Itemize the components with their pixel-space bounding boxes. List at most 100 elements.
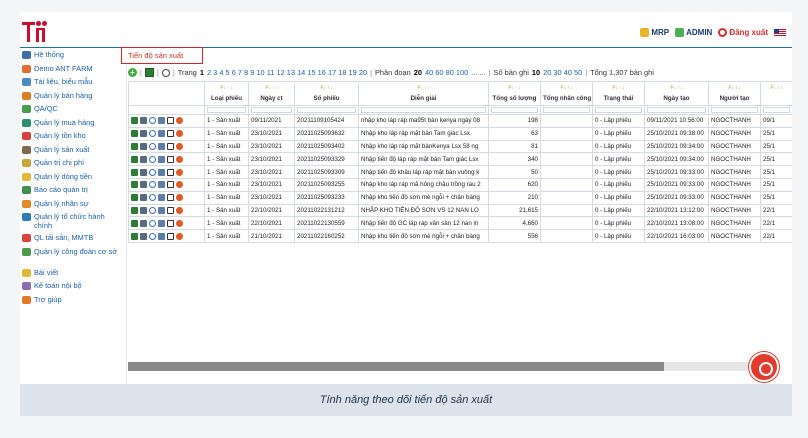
- page-link[interactable]: 9: [250, 68, 254, 77]
- edit-icon[interactable]: [167, 219, 174, 227]
- edit-icon[interactable]: [167, 194, 174, 202]
- page-link[interactable]: 18: [338, 68, 346, 77]
- excel-icon[interactable]: [131, 181, 138, 189]
- column-header[interactable]: F↓ ↑↓ Ngày tạo: [644, 81, 709, 106]
- print-icon[interactable]: [140, 155, 147, 163]
- page-link[interactable]: 8: [244, 68, 248, 77]
- segment-link[interactable]: 40: [425, 68, 433, 77]
- view-icon[interactable]: [149, 206, 156, 214]
- sidebar-item[interactable]: Bài viết: [20, 267, 126, 281]
- edit-icon[interactable]: [167, 130, 174, 138]
- tab-production-progress[interactable]: Tiến độ sản xuất: [121, 47, 203, 64]
- sidebar-item[interactable]: Quản lý tổ chức hành chính: [20, 211, 126, 232]
- page-link[interactable]: 7: [238, 68, 242, 77]
- filter-input[interactable]: [251, 107, 292, 113]
- print-icon[interactable]: [140, 194, 147, 202]
- add-icon[interactable]: +: [128, 68, 137, 77]
- table-row[interactable]: 1 - Sản xuất 22/10/2021 20211022130559 Nhập…: [128, 216, 792, 231]
- edit-icon[interactable]: [167, 232, 174, 240]
- table-row[interactable]: 1 - Sản xuất 23/10/2021 20211025093402 Nhập…: [128, 139, 792, 154]
- sidebar-item[interactable]: Quản lý mua hàng: [20, 117, 126, 131]
- segment-link[interactable]: 80: [446, 68, 454, 77]
- document-icon[interactable]: [158, 232, 165, 240]
- segment-link[interactable]: 60: [435, 68, 443, 77]
- sidebar-item[interactable]: Demo ANT FARM: [20, 63, 126, 77]
- filter-input[interactable]: [595, 107, 642, 113]
- page-link[interactable]: 16: [318, 68, 326, 77]
- mrp-link[interactable]: MRP: [640, 28, 669, 37]
- view-icon[interactable]: [149, 181, 156, 189]
- view-icon[interactable]: [149, 142, 156, 150]
- page-link[interactable]: 5: [226, 68, 230, 77]
- page-link[interactable]: 12: [276, 68, 284, 77]
- delete-icon[interactable]: [176, 142, 183, 150]
- excel-icon[interactable]: [131, 155, 138, 163]
- view-icon[interactable]: [149, 117, 156, 125]
- sidebar-item[interactable]: Hệ thống: [20, 49, 126, 63]
- sort-icon[interactable]: F↓ ↑↓: [762, 85, 792, 91]
- print-icon[interactable]: [140, 117, 147, 125]
- view-icon[interactable]: [149, 168, 156, 176]
- excel-icon[interactable]: [131, 232, 138, 240]
- sort-icon[interactable]: F↓ ↑↓: [360, 85, 488, 91]
- sidebar-item[interactable]: Quản lý sản xuất: [20, 144, 126, 158]
- delete-icon[interactable]: [176, 219, 183, 227]
- document-icon[interactable]: [158, 168, 165, 176]
- sidebar-item[interactable]: QL tài sản, MMTB: [20, 232, 126, 246]
- page-link[interactable]: 14: [297, 68, 305, 77]
- document-icon[interactable]: [158, 142, 165, 150]
- table-row[interactable]: 1 - Sản xuất 23/10/2021 20211025093632 Nhập…: [128, 126, 792, 141]
- segment-more[interactable]: ... ...: [471, 68, 485, 77]
- filter-input[interactable]: [207, 107, 246, 113]
- page-link[interactable]: 3: [213, 68, 217, 77]
- table-row[interactable]: 1 - Sản xuất 23/10/2021 20211025093233 Nhập…: [128, 190, 792, 205]
- page-link[interactable]: 10: [256, 68, 264, 77]
- excel-icon[interactable]: [131, 142, 138, 150]
- page-link[interactable]: 13: [287, 68, 295, 77]
- delete-icon[interactable]: [176, 130, 183, 138]
- document-icon[interactable]: [158, 155, 165, 163]
- page-link[interactable]: 17: [328, 68, 336, 77]
- delete-icon[interactable]: [176, 232, 183, 240]
- delete-icon[interactable]: [176, 194, 183, 202]
- column-header[interactable]: F↓ ↑↓ Tổng số lượng: [488, 81, 541, 106]
- company-logo[interactable]: [22, 18, 58, 46]
- filter-input[interactable]: [647, 107, 706, 113]
- sort-icon[interactable]: F↓ ↑↓: [296, 85, 358, 91]
- page-link[interactable]: 6: [232, 68, 236, 77]
- document-icon[interactable]: [158, 219, 165, 227]
- page-link[interactable]: 19: [349, 68, 357, 77]
- sidebar-item[interactable]: Báo cáo quản trị: [20, 184, 126, 198]
- horizontal-scrollbar[interactable]: [128, 362, 768, 371]
- excel-icon[interactable]: [131, 117, 138, 125]
- view-icon[interactable]: [149, 155, 156, 163]
- delete-icon[interactable]: [176, 155, 183, 163]
- table-row[interactable]: 1 - Sản xuất 09/11/2021 20211109105424 nhập…: [128, 114, 792, 128]
- filter-input[interactable]: [763, 107, 790, 113]
- filter-input[interactable]: [543, 107, 590, 113]
- document-icon[interactable]: [158, 181, 165, 189]
- edit-icon[interactable]: [167, 142, 174, 150]
- sidebar-item[interactable]: Quản trị chi phí: [20, 157, 126, 171]
- filter-input[interactable]: [297, 107, 356, 113]
- delete-icon[interactable]: [176, 181, 183, 189]
- edit-icon[interactable]: [167, 181, 174, 189]
- page-link[interactable]: 11: [267, 68, 275, 77]
- page-link[interactable]: 20: [359, 68, 367, 77]
- sidebar-item[interactable]: Kế toán nội bộ: [20, 280, 126, 294]
- segment-link[interactable]: 100: [456, 68, 468, 77]
- scrollbar-thumb[interactable]: [128, 362, 664, 371]
- column-header[interactable]: F↓ ↑↓ Tổng nhân công: [540, 81, 593, 106]
- print-icon[interactable]: [140, 168, 147, 176]
- record-option[interactable]: 50: [574, 68, 582, 77]
- document-icon[interactable]: [158, 117, 165, 125]
- messenger-chat-icon[interactable]: [749, 352, 779, 382]
- uk-flag-icon[interactable]: [774, 28, 786, 37]
- admin-link[interactable]: ADMIN: [675, 28, 712, 37]
- sidebar-item[interactable]: Trợ giúp: [20, 294, 126, 308]
- document-icon[interactable]: [158, 206, 165, 214]
- record-option[interactable]: 40: [564, 68, 572, 77]
- sort-icon[interactable]: F↓ ↑↓: [542, 85, 592, 91]
- excel-icon[interactable]: [131, 219, 138, 227]
- table-row[interactable]: 1 - Sản xuất 23/10/2021 20211025093309 Nhập…: [128, 165, 792, 179]
